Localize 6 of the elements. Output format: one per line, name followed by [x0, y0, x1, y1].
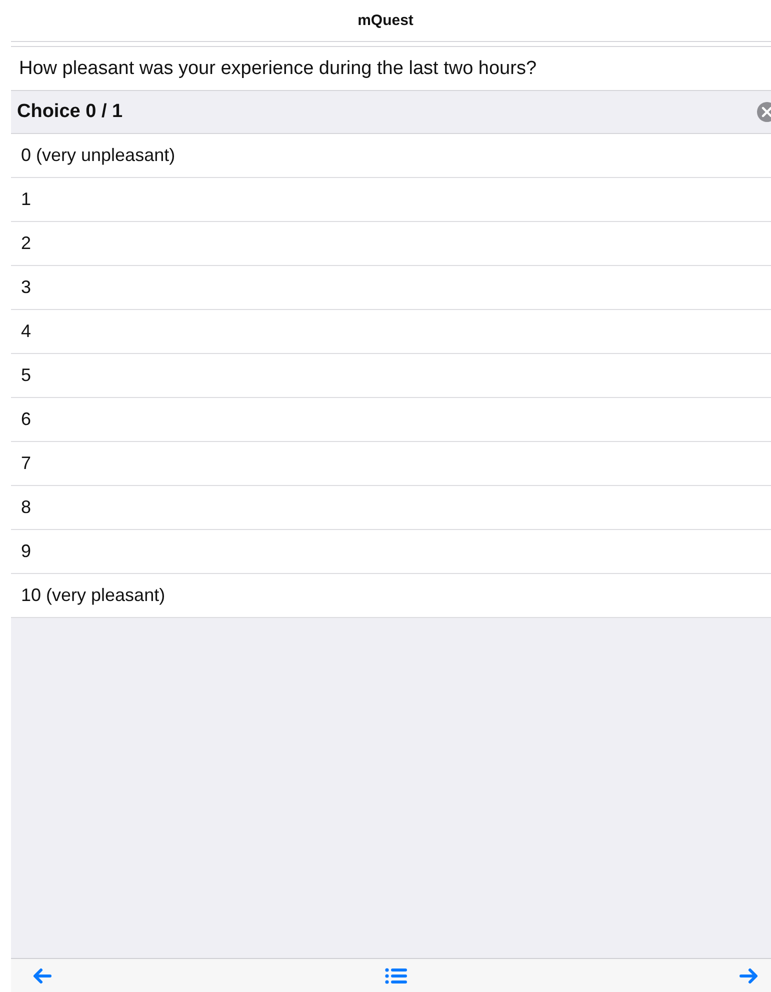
forward-arrow-icon[interactable]: [739, 966, 759, 984]
list-icon[interactable]: [384, 966, 406, 984]
choice-count: Choice 0 / 1: [17, 101, 123, 123]
back-arrow-icon[interactable]: [32, 966, 52, 984]
clear-icon[interactable]: [757, 102, 771, 122]
window-title: mQuest: [356, 11, 414, 31]
